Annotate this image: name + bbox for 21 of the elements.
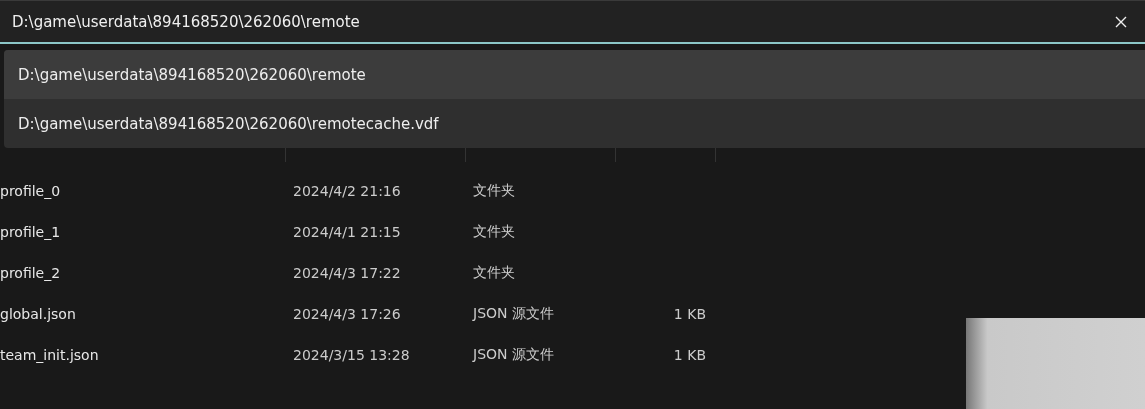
file-type: JSON 源文件 xyxy=(473,345,555,364)
file-date: 2024/4/1 21:15 xyxy=(293,223,402,240)
file-type: 文件夹 xyxy=(473,263,516,282)
file-size: 1 KB xyxy=(672,305,706,322)
suggestion-item[interactable]: D:\game\userdata\894168520\262060\remote xyxy=(4,50,1145,99)
file-name[interactable]: team_init.json xyxy=(0,346,293,363)
address-bar[interactable]: D:\game\userdata\894168520\262060\remote xyxy=(0,0,1145,44)
file-date: 2024/4/2 21:16 xyxy=(293,182,402,199)
suggestion-item[interactable]: D:\game\userdata\894168520\262060\remotecache.vdf xyxy=(4,99,1145,148)
file-type: 文件夹 xyxy=(473,222,516,241)
file-date: 2024/4/3 17:26 xyxy=(293,305,402,322)
file-name[interactable]: global.json xyxy=(0,305,293,322)
file-type: JSON 源文件 xyxy=(473,304,555,323)
file-name[interactable]: profile_2 xyxy=(0,264,293,281)
address-field[interactable]: D:\game\userdata\894168520\262060\remote xyxy=(12,6,1113,37)
file-date: 2024/4/3 17:22 xyxy=(293,264,402,281)
file-type: 文件夹 xyxy=(473,181,516,200)
file-name[interactable]: profile_0 xyxy=(0,182,293,199)
file-name[interactable]: profile_1 xyxy=(0,223,293,240)
file-date: 2024/3/15 13:28 xyxy=(293,346,411,363)
file-size: 1 KB xyxy=(672,346,706,363)
